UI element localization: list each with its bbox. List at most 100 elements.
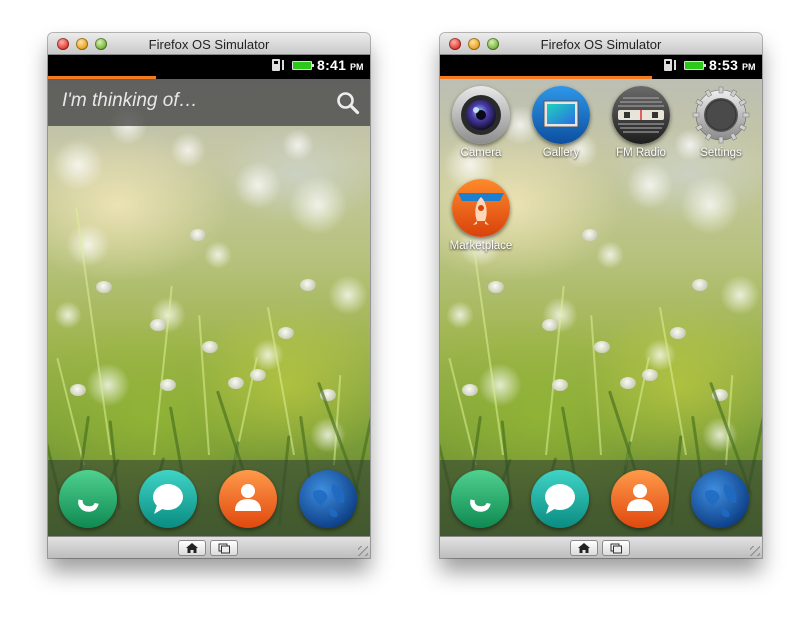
flower-stem	[198, 315, 210, 456]
resize-grip[interactable]	[750, 546, 760, 556]
flower-head	[250, 369, 266, 381]
bokeh-light	[720, 275, 760, 315]
window-titlebar[interactable]: Firefox OS Simulator	[440, 33, 762, 55]
card-view-icon	[610, 543, 622, 554]
search-icon[interactable]	[336, 91, 360, 115]
bokeh-light	[52, 139, 104, 191]
gallery-icon	[532, 86, 590, 144]
marketplace-icon	[452, 179, 510, 237]
clock-time: 8:41	[317, 57, 347, 73]
radio-icon	[612, 86, 670, 144]
bokeh-light	[282, 129, 314, 161]
home-icon	[186, 543, 198, 553]
browser-icon[interactable]	[299, 470, 357, 528]
flower-head	[228, 377, 244, 389]
contacts-icon[interactable]	[219, 470, 277, 528]
messages-icon[interactable]	[531, 470, 589, 528]
card-view-button[interactable]	[210, 540, 238, 556]
card-view-icon	[218, 543, 230, 554]
flower-head	[96, 281, 112, 293]
flower-head	[552, 379, 568, 391]
sim-card-icon	[272, 59, 280, 71]
search-placeholder[interactable]: I'm thinking of…	[62, 90, 198, 112]
bokeh-light	[626, 161, 674, 209]
clock-ampm: PM	[350, 62, 364, 72]
app-label: Gallery	[542, 147, 580, 159]
flower-head	[642, 369, 658, 381]
flower-head	[160, 379, 176, 391]
flower-head	[488, 281, 504, 293]
flower-stem	[448, 358, 477, 466]
flower-head	[300, 279, 316, 291]
home-button[interactable]	[178, 540, 206, 556]
flower-head	[542, 319, 558, 331]
bokeh-light	[204, 241, 232, 269]
flower-head	[462, 384, 478, 396]
app-marketplace[interactable]: Marketplace	[441, 179, 521, 252]
search-bar[interactable]: I'm thinking of…	[48, 79, 370, 126]
bokeh-light	[288, 175, 348, 235]
window-titlebar[interactable]: Firefox OS Simulator	[48, 33, 370, 55]
bokeh-light	[596, 241, 624, 269]
window-title: Firefox OS Simulator	[540, 37, 662, 52]
battery-icon	[292, 61, 314, 70]
bokeh-light	[446, 301, 474, 329]
resize-grip[interactable]	[358, 546, 368, 556]
flower-head	[670, 327, 686, 339]
clock-time: 8:53	[709, 57, 739, 73]
flower-head	[582, 229, 598, 241]
app-label: Camera	[460, 147, 502, 159]
status-bar: 8:41 PM	[48, 55, 370, 76]
app-dock	[440, 460, 762, 536]
bokeh-light	[234, 161, 282, 209]
flower-head	[278, 327, 294, 339]
flower-head	[150, 319, 166, 331]
camera-icon	[452, 86, 510, 144]
device-screen: 8:41 PM I'm thinking of…	[48, 55, 370, 536]
app-camera[interactable]: Camera	[441, 86, 521, 159]
bokeh-light	[66, 223, 110, 267]
flower-head	[594, 341, 610, 353]
app-fm-radio[interactable]: FM Radio	[601, 86, 681, 159]
gear-icon	[692, 86, 750, 144]
flower-head	[70, 384, 86, 396]
window-title: Firefox OS Simulator	[148, 37, 270, 52]
bokeh-light	[54, 301, 82, 329]
bokeh-light	[86, 363, 130, 407]
no-signal-icon	[674, 60, 676, 70]
app-dock	[48, 460, 370, 536]
home-button[interactable]	[570, 540, 598, 556]
bokeh-light	[680, 175, 740, 235]
messages-icon[interactable]	[139, 470, 197, 528]
device-screen: 8:53 PM Camera Gallery FM Radio Settings…	[440, 55, 762, 536]
app-label: Settings	[700, 147, 742, 159]
bokeh-light	[328, 275, 368, 315]
clock-ampm: PM	[742, 62, 756, 72]
simulator-bottom-bar	[48, 536, 370, 558]
home-icon	[578, 543, 590, 553]
app-gallery[interactable]: Gallery	[521, 86, 601, 159]
flower-stem	[590, 315, 602, 456]
sim-card-icon	[664, 59, 672, 71]
phone-icon[interactable]	[59, 470, 117, 528]
bokeh-light	[170, 132, 206, 168]
phone-icon[interactable]	[451, 470, 509, 528]
bokeh-light	[478, 363, 522, 407]
simulator-window-right: Firefox OS Simulator 8:53 PM Camera Gall…	[440, 33, 762, 558]
simulator-bottom-bar	[440, 536, 762, 558]
status-bar: 8:53 PM	[440, 55, 762, 76]
loading-progress-bar	[440, 76, 762, 79]
browser-icon[interactable]	[691, 470, 749, 528]
simulator-window-left: Firefox OS Simulator 8:41 PM I'm thinkin…	[48, 33, 370, 558]
flower-head	[202, 341, 218, 353]
flower-head	[692, 279, 708, 291]
app-label: FM Radio	[616, 147, 666, 159]
flower-head	[620, 377, 636, 389]
contacts-icon[interactable]	[611, 470, 669, 528]
app-label: Marketplace	[449, 240, 513, 252]
card-view-button[interactable]	[602, 540, 630, 556]
no-signal-icon	[282, 60, 284, 70]
app-settings[interactable]: Settings	[681, 86, 761, 159]
flower-head	[190, 229, 206, 241]
flower-stem	[56, 358, 85, 466]
